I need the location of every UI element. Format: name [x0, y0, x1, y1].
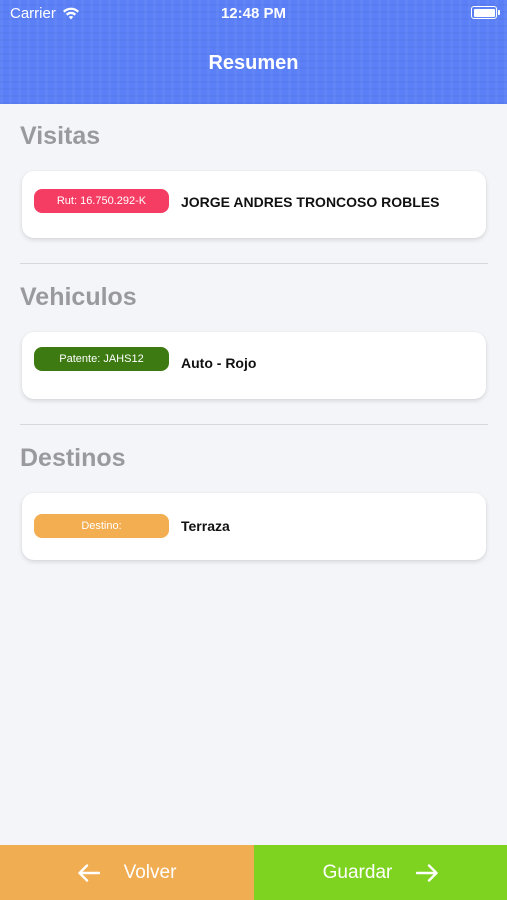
vehicle-description: Auto - Rojo — [181, 355, 257, 371]
status-time: 12:48 PM — [220, 5, 287, 22]
back-label: Volver — [123, 861, 177, 883]
divider — [20, 424, 488, 425]
section-title-visitas: Visitas — [20, 122, 101, 150]
patente-badge: Patente: JAHS12 — [34, 347, 169, 371]
save-label: Guardar — [322, 861, 393, 883]
arrow-right-icon — [416, 863, 439, 882]
visit-card[interactable]: Rut: 16.750.292-K JORGE ANDRES TRONCOSO … — [22, 171, 486, 238]
divider — [20, 263, 488, 264]
arrow-left-icon — [77, 863, 100, 882]
header-bar: Carrier 12:48 PM Resumen — [0, 0, 507, 104]
destination-card[interactable]: Destino: Terraza — [22, 493, 486, 560]
page-title: Resumen — [208, 52, 299, 74]
battery-icon — [471, 6, 500, 19]
destination-name: Terraza — [181, 518, 230, 534]
rut-badge: Rut: 16.750.292-K — [34, 189, 169, 213]
destino-badge: Destino: — [34, 514, 169, 538]
status-bar: Carrier 12:48 PM — [0, 0, 507, 28]
section-title-vehiculos: Vehiculos — [20, 283, 137, 311]
save-button[interactable]: Guardar — [254, 845, 507, 900]
vehicle-card[interactable]: Patente: JAHS12 Auto - Rojo — [22, 332, 486, 399]
section-title-destinos: Destinos — [20, 444, 126, 472]
back-button[interactable]: Volver — [0, 845, 254, 900]
visitor-name: JORGE ANDRES TRONCOSO ROBLES — [181, 194, 440, 210]
